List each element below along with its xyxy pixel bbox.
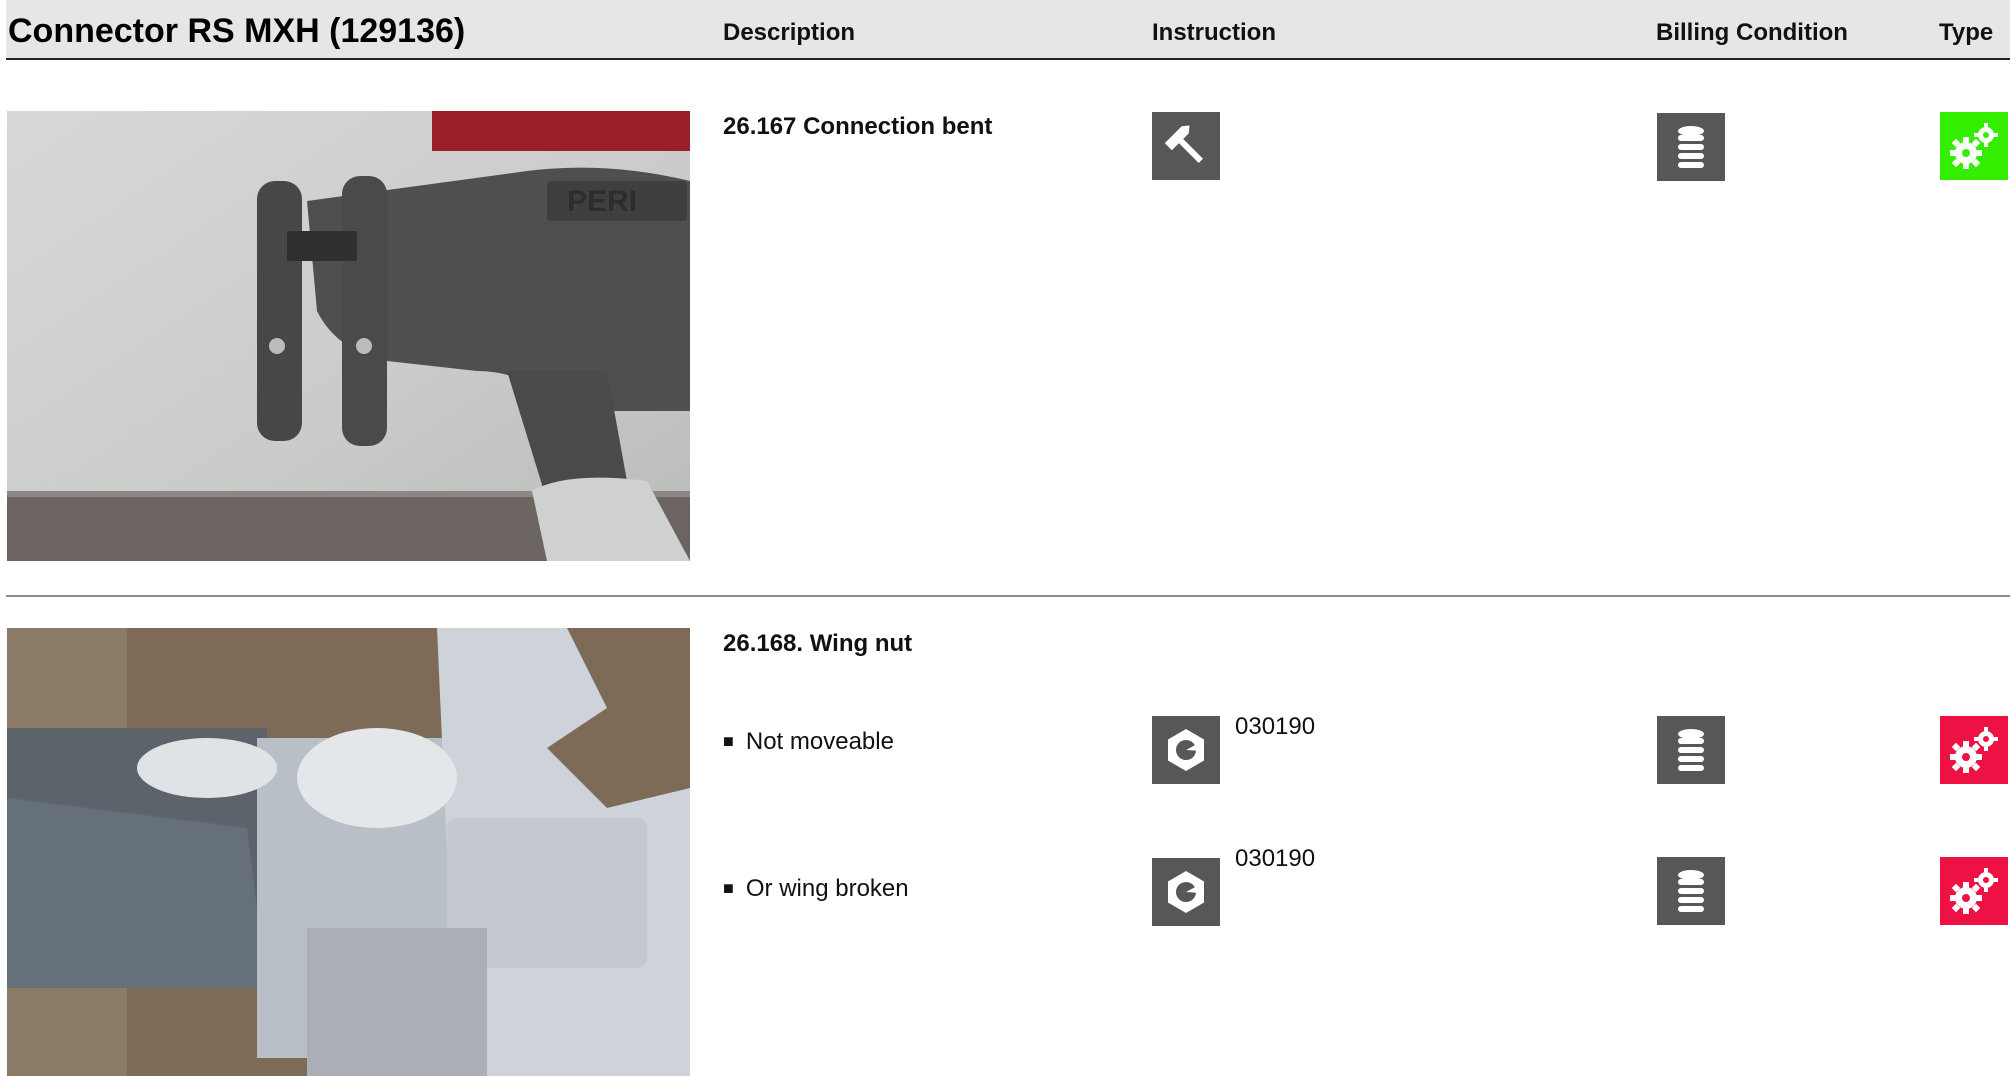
connector-photo: PERI — [7, 111, 690, 561]
page-title: Connector RS MXH (129136) — [8, 12, 466, 50]
coin-stack-icon — [1657, 716, 1725, 784]
part-code: 030190 — [1235, 713, 1316, 740]
entry-title: 26.167 Connection bent — [723, 113, 993, 140]
bullet-square-icon: ■ — [723, 731, 734, 751]
column-header-instruction: Instruction — [1152, 19, 1276, 46]
gears-icon — [1940, 112, 2008, 180]
wing-nut-photo — [7, 628, 690, 1076]
gears-icon — [1940, 716, 2008, 784]
column-header-description: Description — [723, 19, 856, 46]
svg-text:PERI: PERI — [567, 185, 637, 218]
row-divider — [6, 595, 2010, 597]
part-code: 030190 — [1235, 845, 1316, 872]
gears-icon — [1940, 857, 2008, 925]
item-label: Or wing broken — [745, 875, 909, 902]
table-header: Connector RS MXH (129136) Description In… — [6, 0, 2010, 60]
entry-title: 26.168. Wing nut — [723, 630, 913, 657]
coin-stack-icon — [1657, 113, 1725, 181]
nut-icon — [1152, 858, 1220, 926]
column-header-billing: Billing Condition — [1656, 19, 1848, 46]
list-item: ■ Or wing broken — [723, 875, 909, 903]
hammer-icon — [1152, 112, 1220, 180]
coin-stack-icon — [1657, 857, 1725, 925]
list-item: ■ Not moveable — [723, 728, 894, 756]
item-label: Not moveable — [745, 728, 894, 755]
bullet-square-icon: ■ — [723, 878, 734, 898]
nut-icon — [1152, 716, 1220, 784]
column-header-type: Type — [1939, 19, 1994, 46]
